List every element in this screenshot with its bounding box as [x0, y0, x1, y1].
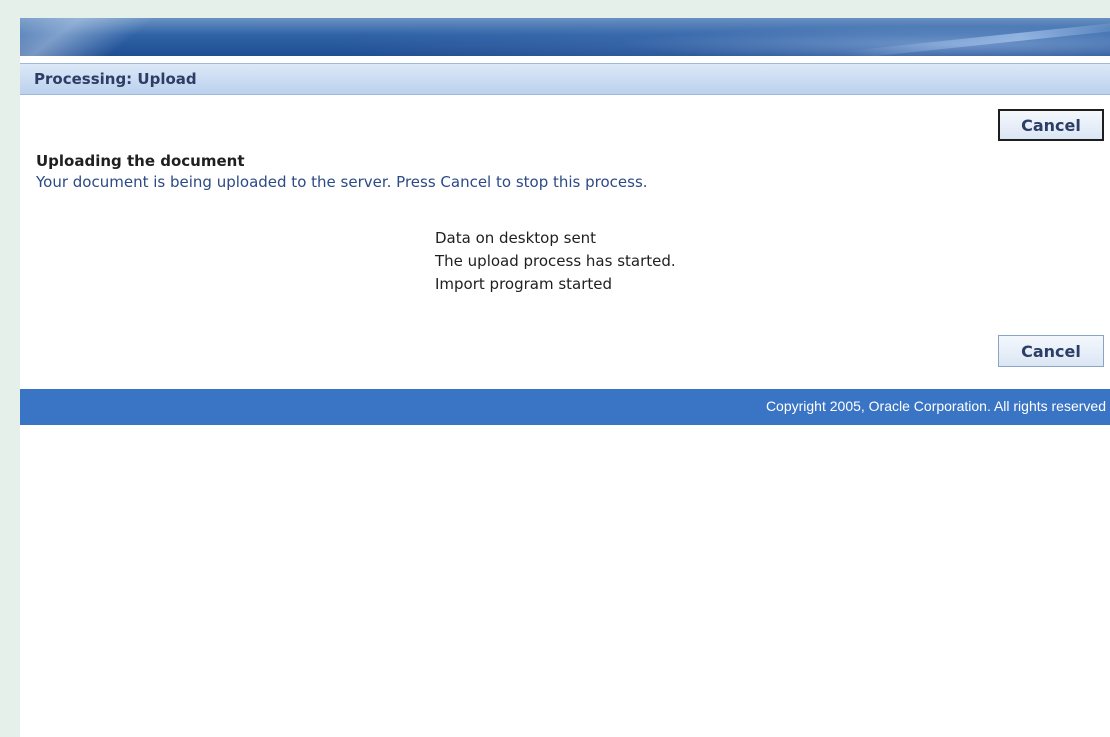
- page-container: Processing: Upload Cancel Uploading the …: [20, 18, 1110, 737]
- cancel-button-bottom[interactable]: Cancel: [998, 335, 1104, 367]
- status-message: Data on desktop sent: [435, 229, 597, 247]
- footer-bar: Copyright 2005, Oracle Corporation. All …: [20, 389, 1110, 425]
- status-message-list: Data on desktop sent The upload process …: [435, 227, 676, 296]
- branding-banner: [20, 18, 1110, 56]
- cancel-button-top[interactable]: Cancel: [998, 109, 1104, 141]
- page-title-bar: Processing: Upload: [20, 63, 1110, 95]
- banner-swoosh-left: [20, 18, 216, 56]
- page-title: Processing: Upload: [34, 70, 197, 88]
- copyright-text: Copyright 2005, Oracle Corporation. All …: [765, 398, 1106, 414]
- section-heading: Uploading the document: [36, 152, 245, 170]
- status-message: Import program started: [435, 275, 613, 293]
- status-message: The upload process has started.: [435, 252, 676, 270]
- instruction-text: Your document is being uploaded to the s…: [36, 173, 648, 191]
